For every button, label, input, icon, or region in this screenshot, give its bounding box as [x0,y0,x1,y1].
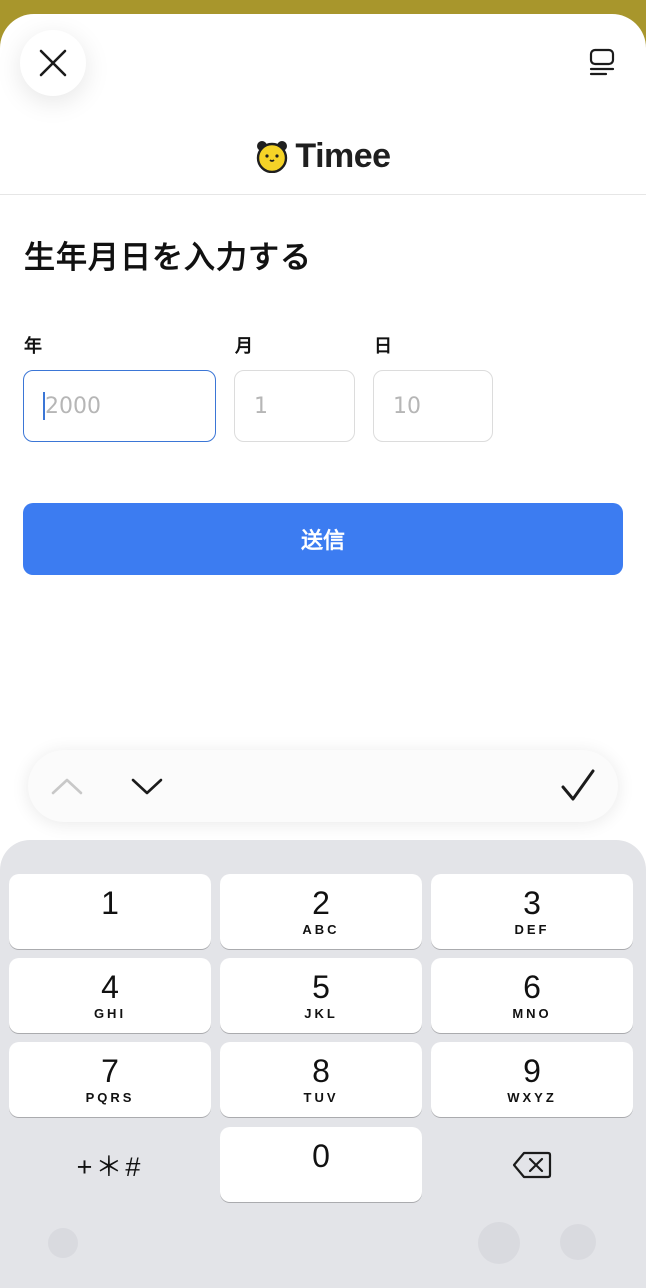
month-label: 月 [235,336,253,357]
key-1[interactable]: 1 [9,874,211,949]
year-label: 年 [24,336,42,357]
month-input[interactable]: 1 [234,370,355,442]
chevron-down-icon[interactable] [130,770,164,802]
month-placeholder: 1 [254,393,268,419]
key-letters: PQRS [85,1090,135,1105]
key-digit: 8 [312,1053,330,1089]
keyboard-dictation-hint [478,1222,520,1264]
day-input[interactable]: 10 [373,370,493,442]
key-digit: 4 [101,969,119,1005]
key-digit: 9 [523,1053,541,1089]
day-label: 日 [374,336,392,357]
keyboard-globe-hint [48,1228,78,1258]
key-3[interactable]: 3 DEF [431,874,633,949]
key-digit: 1 [101,885,119,921]
keyboard-mic-hint [560,1224,596,1260]
menu-button[interactable] [584,44,620,80]
key-letters: ABC [302,922,340,937]
header-divider [0,194,646,195]
key-5[interactable]: 5 JKL [220,958,422,1033]
brand-name: Timee [295,136,391,175]
key-letters: GHI [93,1006,127,1021]
key-digit: 3 [523,885,541,921]
key-6[interactable]: 6 MNO [431,958,633,1033]
key-9[interactable]: 9 WXYZ [431,1042,633,1117]
symbols-key[interactable]: +＊# [9,1127,211,1202]
year-placeholder: 2000 [45,393,101,419]
key-letters: MNO [512,1006,552,1021]
backspace-icon [512,1151,552,1178]
key-4[interactable]: 4 GHI [9,958,211,1033]
key-7[interactable]: 7 PQRS [9,1042,211,1117]
numeric-keypad: 1 2 ABC 3 DEF 4 GHI 5 JKL 6 MNO 7 PQRS 8… [0,840,646,1288]
key-digit: 6 [523,969,541,1005]
close-icon [39,49,67,77]
bear-face-logo [257,141,288,173]
key-digit: 2 [312,885,330,921]
key-digit: 5 [312,969,330,1005]
delete-key[interactable] [431,1127,633,1202]
key-digit: 7 [101,1053,119,1089]
submit-button[interactable]: 送信 [23,503,623,575]
symbols-label: +＊# [76,1152,144,1182]
key-digit: 0 [312,1138,330,1174]
tabs-menu-icon [589,48,615,76]
page-title: 生年月日を入力する [24,240,312,276]
modal-sheet: Timee 生年月日を入力する 年 月 日 2000 1 10 送信 1 2 A… [0,14,646,1288]
chevron-up-icon[interactable] [50,770,84,802]
key-letters: TUV [303,1090,339,1105]
key-letters: JKL [304,1006,338,1021]
day-placeholder: 10 [393,393,421,419]
key-letters: DEF [514,922,550,937]
key-0[interactable]: 0 [220,1127,422,1202]
brand-logo: Timee [0,130,646,182]
close-button[interactable] [20,30,86,96]
key-2[interactable]: 2 ABC [220,874,422,949]
keyboard-accessory-bar [28,750,618,822]
key-8[interactable]: 8 TUV [220,1042,422,1117]
key-letters: WXYZ [507,1090,557,1105]
year-input[interactable]: 2000 [23,370,216,442]
checkmark-icon[interactable] [558,766,598,806]
